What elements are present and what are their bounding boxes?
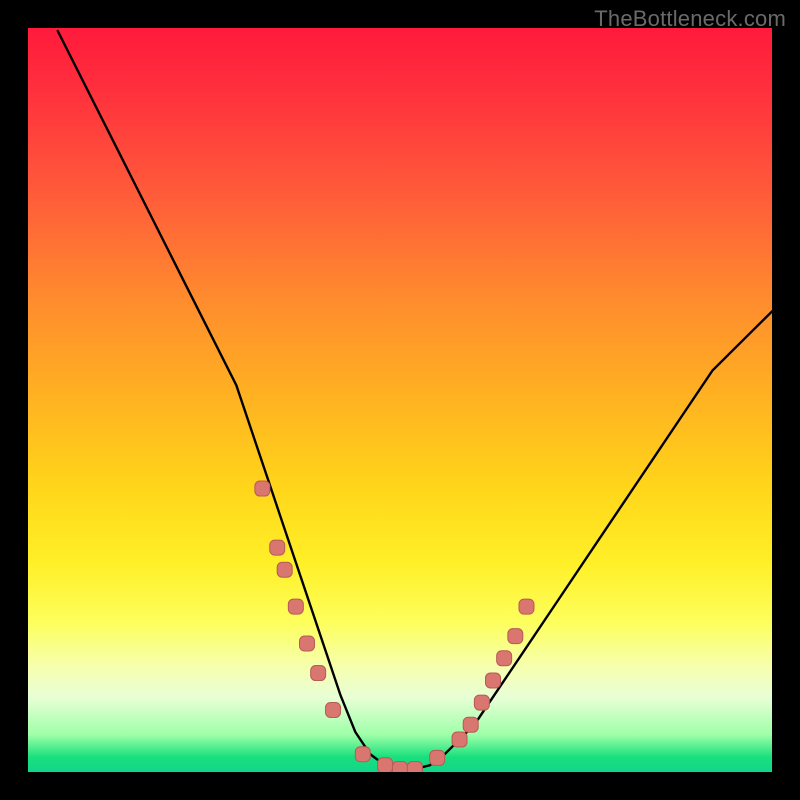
bottleneck-curve (58, 31, 772, 769)
data-marker (474, 695, 489, 710)
data-marker (270, 540, 285, 555)
data-marker (407, 762, 422, 773)
data-marker (255, 481, 270, 496)
data-marker (311, 666, 326, 681)
data-marker (378, 758, 393, 772)
chart-stage: TheBottleneck.com (0, 0, 800, 800)
data-marker (519, 599, 534, 614)
data-marker (393, 762, 408, 773)
data-marker (497, 651, 512, 666)
data-marker (508, 629, 523, 644)
marker-layer (255, 481, 534, 772)
data-marker (452, 732, 467, 747)
data-marker (463, 717, 478, 732)
data-marker (288, 599, 303, 614)
data-marker (430, 750, 445, 765)
data-marker (486, 673, 501, 688)
plot-area (28, 28, 772, 772)
data-marker (326, 702, 341, 717)
data-marker (300, 636, 315, 651)
data-marker (355, 747, 370, 762)
data-marker (277, 562, 292, 577)
chart-svg (28, 28, 772, 772)
